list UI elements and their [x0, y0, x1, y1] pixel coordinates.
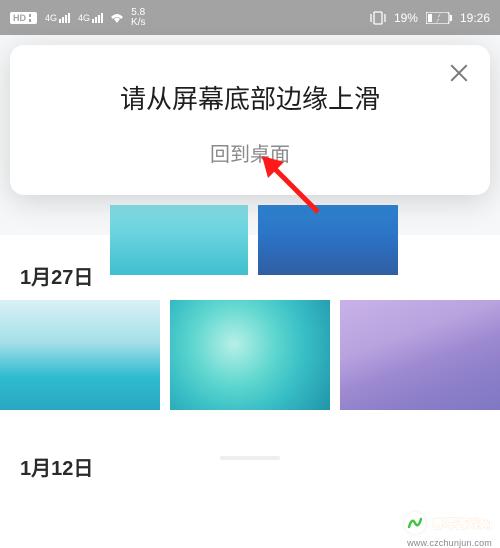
- thumb-row: [0, 300, 500, 410]
- battery-icon: [426, 12, 452, 24]
- dialog-title: 请从屏幕底部边缘上滑: [30, 79, 470, 116]
- watermark-icon: [404, 512, 426, 534]
- photo-thumb[interactable]: [0, 300, 160, 410]
- signal-1: 4G: [43, 13, 70, 23]
- vibrate-icon: [370, 11, 386, 25]
- battery-percent: 19%: [394, 11, 418, 25]
- watermark: 春军游戏网: [404, 512, 492, 534]
- photo-thumb[interactable]: [170, 300, 330, 410]
- photo-thumb[interactable]: [258, 205, 398, 275]
- home-indicator[interactable]: [220, 456, 280, 460]
- dialog-subtitle: 回到桌面: [30, 138, 470, 167]
- hd-badge: HD: [10, 12, 37, 24]
- date-header: 1月27日: [0, 245, 500, 300]
- signal-2: 4G: [76, 13, 103, 23]
- watermark-text: 春军游戏网: [432, 515, 492, 532]
- status-bar: HD 4G 4G 5.8 K/s 19% 19:26: [0, 0, 500, 35]
- watermark-url: www.czchunjun.com: [407, 538, 492, 548]
- clock: 19:26: [460, 11, 490, 25]
- photo-thumb[interactable]: [110, 205, 248, 275]
- wifi-icon: [109, 12, 125, 24]
- close-icon[interactable]: [448, 61, 470, 83]
- date-header: 1月12日: [0, 436, 500, 491]
- gesture-hint-dialog: 请从屏幕底部边缘上滑 回到桌面: [10, 45, 490, 195]
- network-speed: 5.8 K/s: [131, 8, 145, 28]
- photo-thumb[interactable]: [340, 300, 500, 410]
